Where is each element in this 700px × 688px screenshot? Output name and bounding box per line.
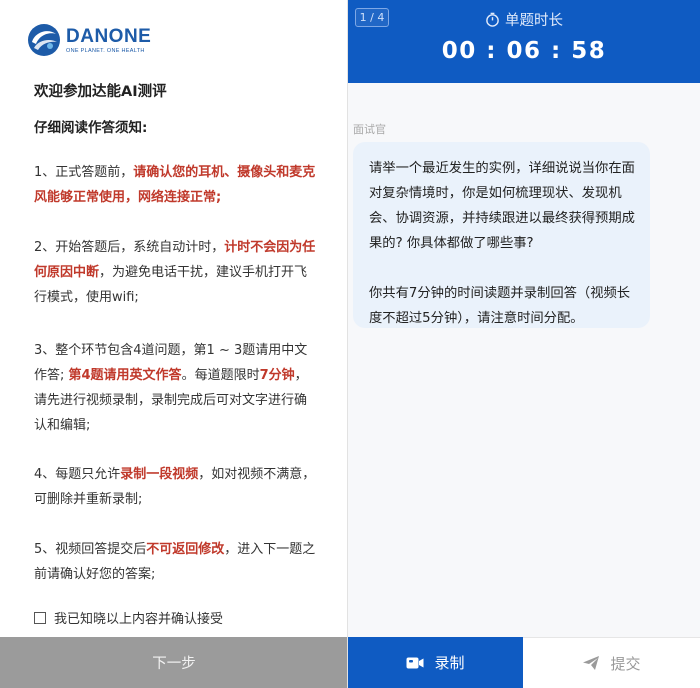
submit-label: 提交 [610,655,641,673]
brand-name: DANONE [66,25,152,47]
record-button[interactable]: 录制 [348,637,523,688]
emphasis-text: 第4题请用英文作答 [68,368,182,383]
timer-label-row: 单题时长 [348,9,700,30]
record-label: 录制 [434,655,465,672]
rule-text: 1、正式答题前， [34,165,134,180]
instructions-panel: DANONE ONE PLANET. ONE HEALTH 欢迎参加达能AI测评… [0,0,348,688]
rule-5: 5、视频回答提交后不可返回修改，进入下一题之前请确认好您的答案; [34,537,316,587]
question-panel: 1 / 4 单题时长 00 : 06 : 58 面试官 请举一个最近发生的实例，… [348,0,700,688]
interviewer-role-label: 面试官 [353,123,386,136]
logo-wordmark: DANONE ONE PLANET. ONE HEALTH [66,25,152,54]
action-footer: 录制 提交 [348,637,700,688]
danone-logo-icon [28,24,60,56]
danone-logo: DANONE ONE PLANET. ONE HEALTH [26,22,151,58]
rule-text: 4、每题只允许 [34,467,121,482]
question-text: 请举一个最近发生的实例，详细说说当你在面对复杂情境时，你是如何梳理现状、发现机会… [369,161,635,251]
question-time-note: 你共有7分钟的时间读题并录制回答（视频长度不超过5分钟），请注意时间分配。 [369,286,631,326]
next-step-button[interactable]: 下一步 [0,637,348,688]
rule-4: 4、每题只允许录制一段视频，如对视频不满意，可删除并重新录制; [34,462,316,512]
rule-2: 2、开始答题后，系统自动计时，计时不会因为任何原因中断，为避免电话干扰，建议手机… [34,235,316,310]
brand-tagline: ONE PLANET. ONE HEALTH [66,47,145,54]
checkbox-icon[interactable] [34,611,46,624]
instructions-subhead: 仔细阅读作答须知: [34,120,148,136]
rule-3: 3、整个环节包含4道问题，第1 ~ 3题请用中文作答; 第4题请用英文作答。每道… [34,338,316,438]
rule-text: 2、开始答题后，系统自动计时， [34,240,225,255]
rule-text: 5、视频回答提交后 [34,542,147,557]
question-bubble: 请举一个最近发生的实例，详细说说当你在面对复杂情境时，你是如何梳理现状、发现机会… [353,142,650,328]
timer-countdown: 00 : 06 : 58 [441,38,607,64]
rule-1: 1、正式答题前，请确认您的耳机、摄像头和麦克风能够正常使用，网络连接正常; [34,160,316,210]
rule-text: 。每道题限时 [181,368,260,383]
video-camera-icon [406,657,424,668]
emphasis-text: 不可返回修改 [146,542,225,557]
agree-checkbox-row[interactable]: 我已知晓以上内容并确认接受 [34,608,223,627]
submit-button[interactable]: 提交 [523,637,700,688]
agree-label: 我已知晓以上内容并确认接受 [54,612,224,627]
timer-header: 1 / 4 单题时长 00 : 06 : 58 [348,0,700,83]
emphasis-text: 7分钟 [259,368,295,383]
send-plane-icon [583,656,600,670]
welcome-title: 欢迎参加达能AI测评 [34,84,167,100]
timer-label: 单题时长 [505,13,563,29]
emphasis-text: 录制一段视频 [120,467,199,482]
stopwatch-icon [486,12,499,27]
